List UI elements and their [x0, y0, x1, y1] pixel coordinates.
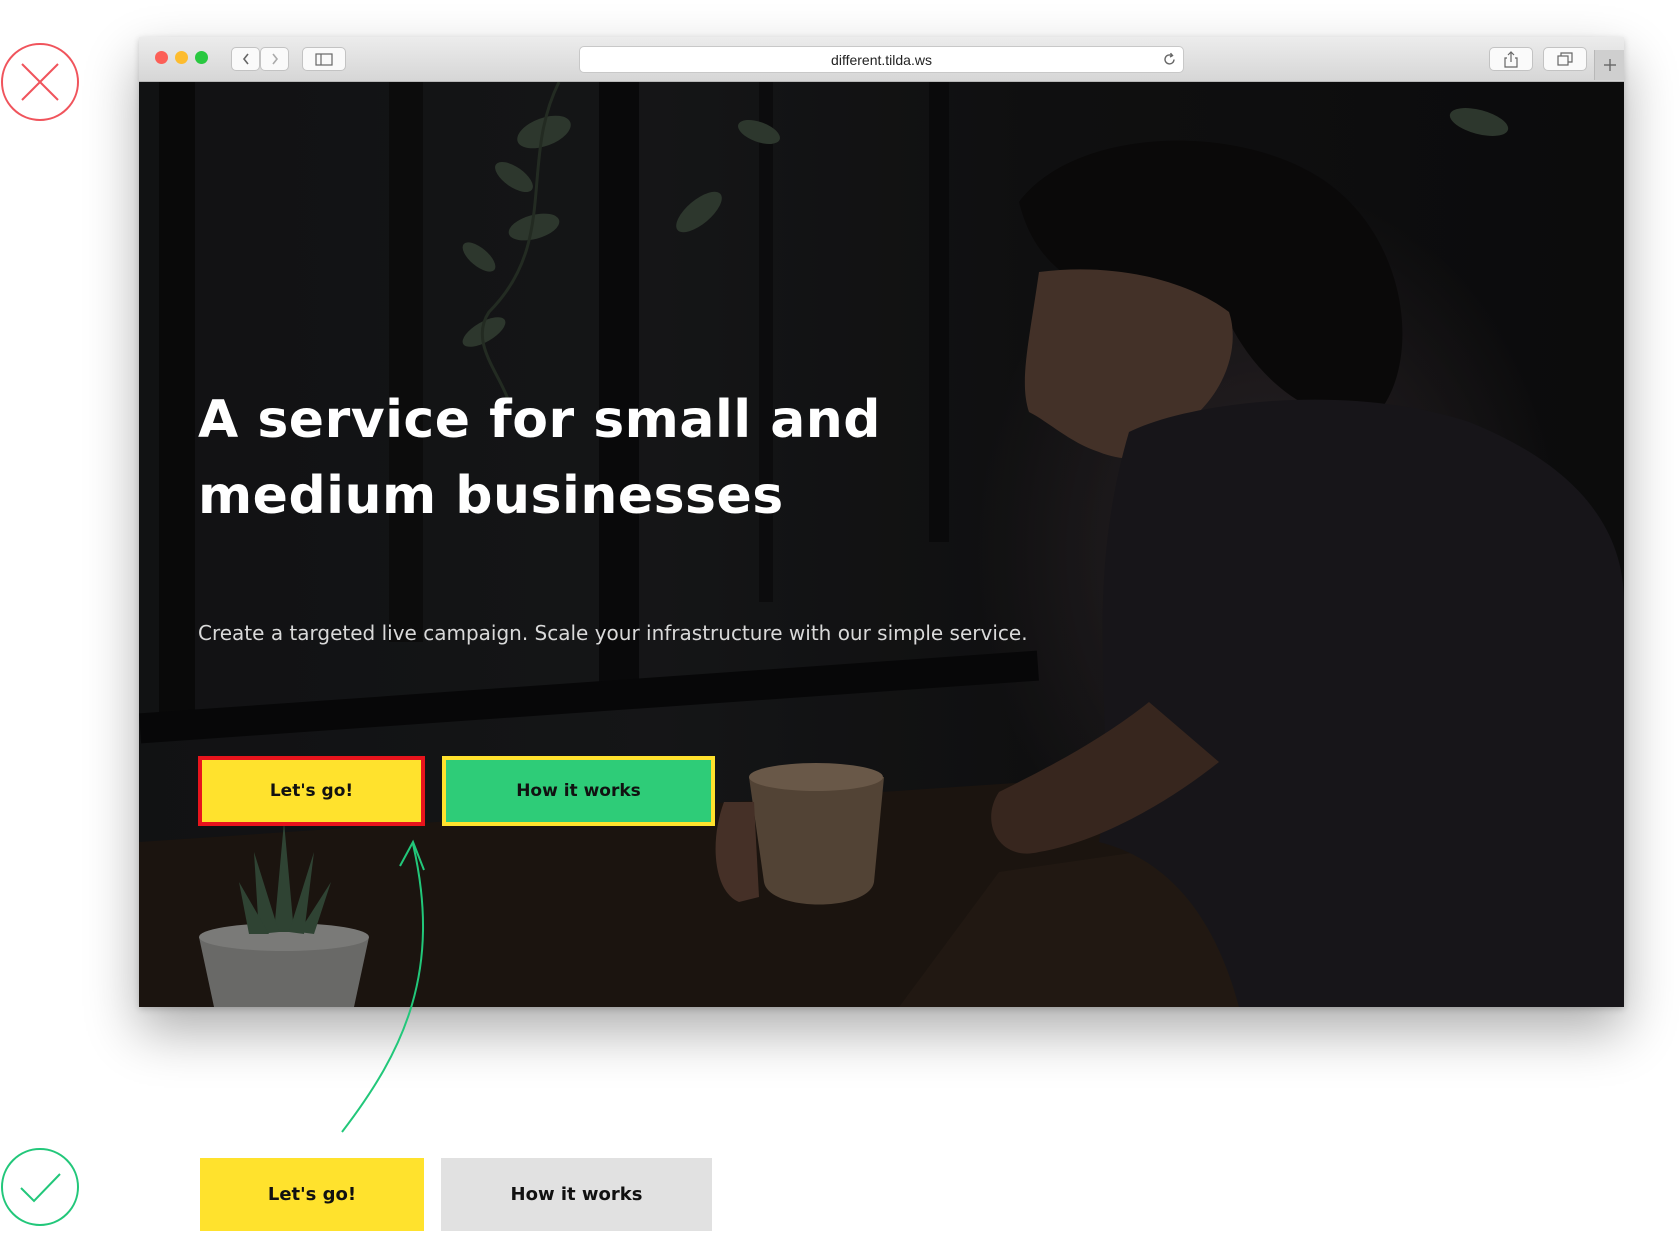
- fixed-lets-go-button[interactable]: Let's go!: [200, 1158, 424, 1231]
- share-icon: [1504, 50, 1518, 68]
- hero-subtitle: Create a targeted live campaign. Scale y…: [198, 621, 1028, 645]
- address-bar[interactable]: different.tilda.ws: [579, 46, 1184, 73]
- close-window-button[interactable]: [155, 51, 168, 64]
- new-tab-button[interactable]: [1594, 50, 1624, 80]
- fixed-how-it-works-button[interactable]: How it works: [441, 1158, 712, 1231]
- wrong-verdict-mark: [1, 43, 79, 121]
- back-button[interactable]: [231, 47, 260, 71]
- minimize-window-button[interactable]: [175, 51, 188, 64]
- forward-button[interactable]: [260, 47, 289, 71]
- how-it-works-button[interactable]: How it works: [442, 756, 715, 826]
- right-verdict-mark: [1, 1148, 79, 1226]
- reload-icon[interactable]: [1162, 52, 1177, 67]
- sidebar-button[interactable]: [302, 47, 346, 71]
- share-button[interactable]: [1489, 47, 1533, 71]
- url-text: different.tilda.ws: [831, 51, 932, 68]
- check-icon: [20, 1173, 61, 1203]
- plus-icon: [1603, 59, 1616, 71]
- lets-go-button[interactable]: Let's go!: [198, 756, 425, 826]
- chevron-left-icon: [242, 53, 249, 65]
- browser-toolbar: different.tilda.ws: [139, 37, 1624, 82]
- hero-title: A service for small and medium businesse…: [198, 390, 882, 526]
- zoom-window-button[interactable]: [195, 51, 208, 64]
- sidebar-icon: [315, 52, 333, 66]
- arrow-icon: [341, 839, 425, 1133]
- tabs-overview-button[interactable]: [1543, 47, 1587, 71]
- tabs-overview-icon: [1557, 52, 1573, 66]
- cross-icon: [21, 63, 59, 101]
- chevron-right-icon: [271, 53, 278, 65]
